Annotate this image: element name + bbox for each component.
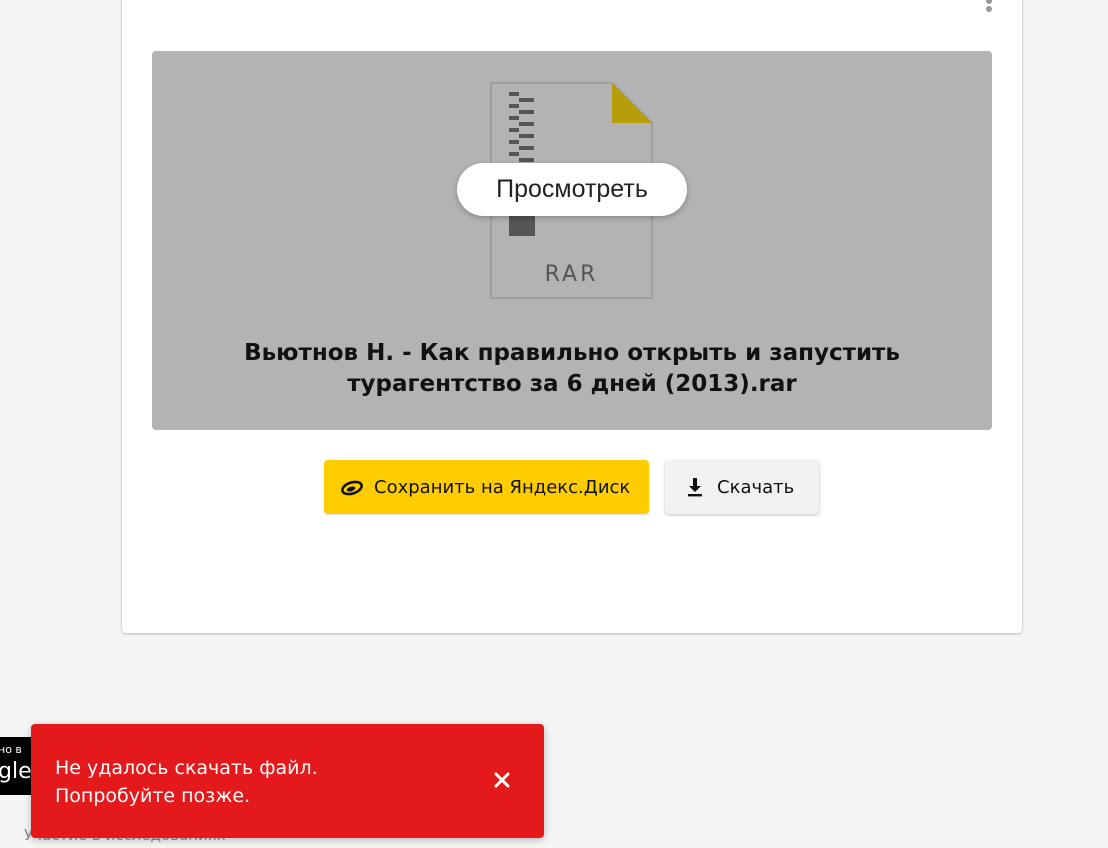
error-toast: Не удалось скачать файл. Попробуйте позж… (31, 724, 544, 838)
download-button[interactable]: Скачать (665, 460, 819, 514)
view-button[interactable]: Просмотреть (457, 163, 687, 216)
save-button-label: Сохранить на Яндекс.Диск (374, 476, 631, 498)
file-name-line-2: турагентство за 6 дней (2013).rar (347, 371, 797, 397)
yandex-disk-icon (340, 475, 364, 499)
error-message: Не удалось скачать файл. Попробуйте позж… (55, 757, 318, 807)
file-name-line-1: Вьютнов Н. - Как правильно открыть и зап… (244, 340, 900, 366)
archive-type-label: RAR (544, 262, 599, 287)
download-button-label: Скачать (717, 476, 795, 498)
file-name: Вьютнов Н. - Как правильно открыть и зап… (152, 338, 992, 400)
download-icon (683, 475, 707, 499)
save-to-disk-button[interactable]: Сохранить на Яндекс.Диск (324, 460, 649, 514)
more-options-icon[interactable] (985, 0, 993, 14)
badge-caption: но в (0, 743, 22, 756)
close-icon[interactable] (490, 768, 514, 792)
